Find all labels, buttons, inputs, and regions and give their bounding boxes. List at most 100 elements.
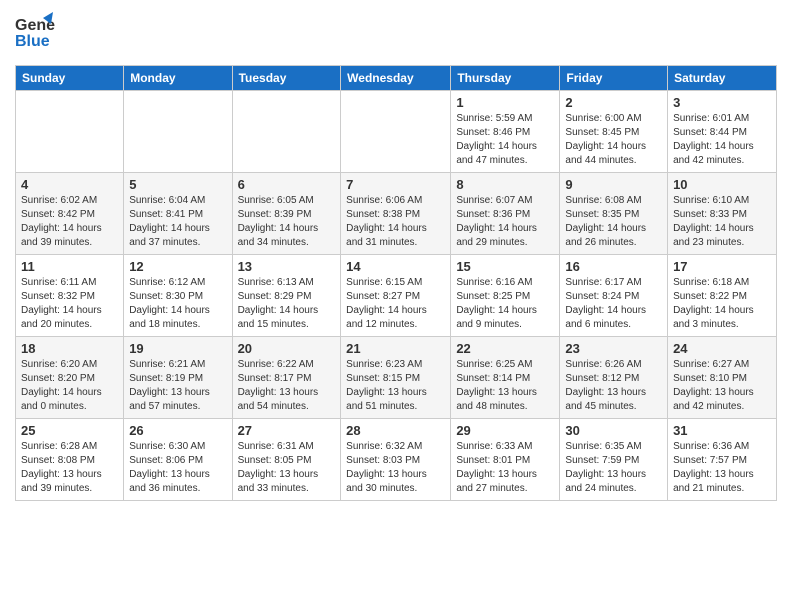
day-cell: 26Sunrise: 6:30 AM Sunset: 8:06 PM Dayli…: [124, 419, 232, 501]
day-info: Sunrise: 6:06 AM Sunset: 8:38 PM Dayligh…: [346, 194, 445, 250]
day-cell: 10Sunrise: 6:10 AM Sunset: 8:33 PM Dayli…: [668, 173, 777, 255]
day-number: 16: [565, 259, 662, 274]
day-number: 9: [565, 177, 662, 192]
day-info: Sunrise: 6:31 AM Sunset: 8:05 PM Dayligh…: [238, 440, 336, 496]
day-info: Sunrise: 6:28 AM Sunset: 8:08 PM Dayligh…: [21, 440, 118, 496]
day-info: Sunrise: 6:08 AM Sunset: 8:35 PM Dayligh…: [565, 194, 662, 250]
day-cell: 25Sunrise: 6:28 AM Sunset: 8:08 PM Dayli…: [16, 419, 124, 501]
logo: General Blue: [15, 10, 55, 55]
day-cell: 9 Sunrise: 6:08 AM Sunset: 8:35 PM Daylig…: [560, 173, 668, 255]
day-cell: 22 Sunrise: 6:25 AM Sunset: 8:14 PM Dayli…: [451, 337, 560, 419]
day-info: Sunrise: 6:18 AM Sunset: 8:22 PM Dayligh…: [673, 276, 771, 332]
week-row-4: 18Sunrise: 6:20 AM Sunset: 8:20 PM Dayli…: [16, 337, 777, 419]
day-number: 29: [456, 423, 554, 438]
day-cell: 4 Sunrise: 6:02 AM Sunset: 8:42 PM Daylig…: [16, 173, 124, 255]
weekday-header-thursday: Thursday: [451, 66, 560, 91]
day-cell: 29 Sunrise: 6:33 AM Sunset: 8:01 PM Dayli…: [451, 419, 560, 501]
week-row-3: 11Sunrise: 6:11 AM Sunset: 8:32 PM Dayli…: [16, 255, 777, 337]
day-cell: 6 Sunrise: 6:05 AM Sunset: 8:39 PM Daylig…: [232, 173, 341, 255]
day-number: 19: [129, 341, 226, 356]
day-info: Sunrise: 6:16 AM Sunset: 8:25 PM Dayligh…: [456, 276, 554, 332]
day-info: Sunrise: 6:32 AM Sunset: 8:03 PM Dayligh…: [346, 440, 445, 496]
day-cell: 19 Sunrise: 6:21 AM Sunset: 8:19 PM Dayli…: [124, 337, 232, 419]
day-number: 27: [238, 423, 336, 438]
day-number: 21: [346, 341, 445, 356]
day-info: Sunrise: 6:23 AM Sunset: 8:15 PM Dayligh…: [346, 358, 445, 414]
day-cell: 3 Sunrise: 6:01 AM Sunset: 8:44 PM Daylig…: [668, 91, 777, 173]
day-number: 23: [565, 341, 662, 356]
day-number: 22: [456, 341, 554, 356]
day-cell: 14 Sunrise: 6:15 AM Sunset: 8:27 PM Dayli…: [341, 255, 451, 337]
day-number: 6: [238, 177, 336, 192]
day-cell: 28 Sunrise: 6:32 AM Sunset: 8:03 PM Dayli…: [341, 419, 451, 501]
day-cell: 11Sunrise: 6:11 AM Sunset: 8:32 PM Dayli…: [16, 255, 124, 337]
day-number: 24: [673, 341, 771, 356]
day-number: 7: [346, 177, 445, 192]
day-cell: 12Sunrise: 6:12 AM Sunset: 8:30 PM Dayli…: [124, 255, 232, 337]
day-info: Sunrise: 6:22 AM Sunset: 8:17 PM Dayligh…: [238, 358, 336, 414]
day-number: 30: [565, 423, 662, 438]
day-number: 20: [238, 341, 336, 356]
day-number: 1: [456, 95, 554, 110]
day-cell: 30 Sunrise: 6:35 AM Sunset: 7:59 PM Dayli…: [560, 419, 668, 501]
day-number: 26: [129, 423, 226, 438]
day-cell: 23 Sunrise: 6:26 AM Sunset: 8:12 PM Dayli…: [560, 337, 668, 419]
week-row-1: 1 Sunrise: 5:59 AM Sunset: 8:46 PM Daylig…: [16, 91, 777, 173]
day-number: 15: [456, 259, 554, 274]
day-number: 11: [21, 259, 118, 274]
day-number: 28: [346, 423, 445, 438]
weekday-header-wednesday: Wednesday: [341, 66, 451, 91]
day-cell: 17 Sunrise: 6:18 AM Sunset: 8:22 PM Dayli…: [668, 255, 777, 337]
day-info: Sunrise: 6:33 AM Sunset: 8:01 PM Dayligh…: [456, 440, 554, 496]
svg-text:Blue: Blue: [15, 33, 50, 50]
day-cell: 2 Sunrise: 6:00 AM Sunset: 8:45 PM Daylig…: [560, 91, 668, 173]
day-cell: 13 Sunrise: 6:13 AM Sunset: 8:29 PM Dayli…: [232, 255, 341, 337]
day-info: Sunrise: 6:00 AM Sunset: 8:45 PM Dayligh…: [565, 112, 662, 168]
day-number: 17: [673, 259, 771, 274]
day-number: 5: [129, 177, 226, 192]
header: General Blue: [15, 10, 777, 55]
day-cell: 16Sunrise: 6:17 AM Sunset: 8:24 PM Dayli…: [560, 255, 668, 337]
day-info: Sunrise: 6:02 AM Sunset: 8:42 PM Dayligh…: [21, 194, 118, 250]
weekday-header-saturday: Saturday: [668, 66, 777, 91]
day-cell: 18Sunrise: 6:20 AM Sunset: 8:20 PM Dayli…: [16, 337, 124, 419]
calendar-table: SundayMondayTuesdayWednesdayThursdayFrid…: [15, 65, 777, 501]
day-info: Sunrise: 6:35 AM Sunset: 7:59 PM Dayligh…: [565, 440, 662, 496]
day-info: Sunrise: 6:13 AM Sunset: 8:29 PM Dayligh…: [238, 276, 336, 332]
day-cell: [232, 91, 341, 173]
weekday-header-friday: Friday: [560, 66, 668, 91]
day-number: 13: [238, 259, 336, 274]
day-info: Sunrise: 6:01 AM Sunset: 8:44 PM Dayligh…: [673, 112, 771, 168]
weekday-header-sunday: Sunday: [16, 66, 124, 91]
day-number: 3: [673, 95, 771, 110]
weekday-header-row: SundayMondayTuesdayWednesdayThursdayFrid…: [16, 66, 777, 91]
day-info: Sunrise: 6:05 AM Sunset: 8:39 PM Dayligh…: [238, 194, 336, 250]
week-row-2: 4 Sunrise: 6:02 AM Sunset: 8:42 PM Daylig…: [16, 173, 777, 255]
day-cell: 7 Sunrise: 6:06 AM Sunset: 8:38 PM Daylig…: [341, 173, 451, 255]
day-cell: [16, 91, 124, 173]
day-info: Sunrise: 6:27 AM Sunset: 8:10 PM Dayligh…: [673, 358, 771, 414]
day-number: 8: [456, 177, 554, 192]
day-info: Sunrise: 6:04 AM Sunset: 8:41 PM Dayligh…: [129, 194, 226, 250]
day-cell: 24 Sunrise: 6:27 AM Sunset: 8:10 PM Dayli…: [668, 337, 777, 419]
logo-icon: General Blue: [15, 10, 55, 55]
day-info: Sunrise: 6:21 AM Sunset: 8:19 PM Dayligh…: [129, 358, 226, 414]
weekday-header-tuesday: Tuesday: [232, 66, 341, 91]
day-info: Sunrise: 5:59 AM Sunset: 8:46 PM Dayligh…: [456, 112, 554, 168]
day-number: 10: [673, 177, 771, 192]
day-cell: 20 Sunrise: 6:22 AM Sunset: 8:17 PM Dayli…: [232, 337, 341, 419]
day-number: 4: [21, 177, 118, 192]
day-info: Sunrise: 6:20 AM Sunset: 8:20 PM Dayligh…: [21, 358, 118, 414]
day-cell: 31 Sunrise: 6:36 AM Sunset: 7:57 PM Dayli…: [668, 419, 777, 501]
day-info: Sunrise: 6:25 AM Sunset: 8:14 PM Dayligh…: [456, 358, 554, 414]
day-cell: 21 Sunrise: 6:23 AM Sunset: 8:15 PM Dayli…: [341, 337, 451, 419]
day-info: Sunrise: 6:26 AM Sunset: 8:12 PM Dayligh…: [565, 358, 662, 414]
day-info: Sunrise: 6:36 AM Sunset: 7:57 PM Dayligh…: [673, 440, 771, 496]
day-info: Sunrise: 6:15 AM Sunset: 8:27 PM Dayligh…: [346, 276, 445, 332]
day-number: 2: [565, 95, 662, 110]
day-number: 31: [673, 423, 771, 438]
calendar-page: General Blue SundayMondayTuesdayWednesda…: [0, 0, 792, 612]
day-cell: 8Sunrise: 6:07 AM Sunset: 8:36 PM Daylig…: [451, 173, 560, 255]
day-cell: 27 Sunrise: 6:31 AM Sunset: 8:05 PM Dayli…: [232, 419, 341, 501]
day-number: 14: [346, 259, 445, 274]
